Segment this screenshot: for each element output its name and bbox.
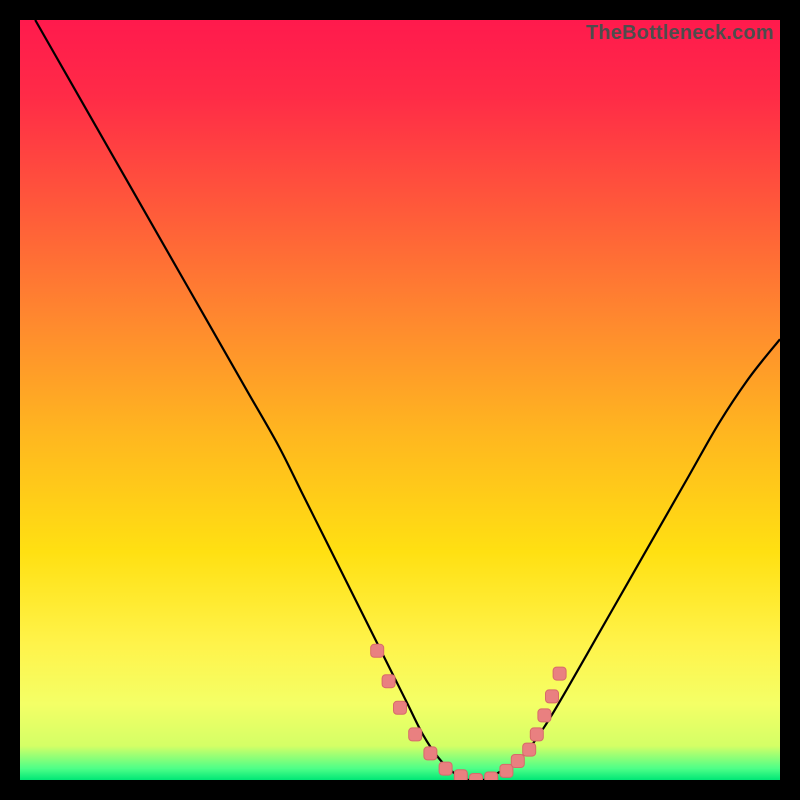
marker-dot [485, 772, 498, 780]
marker-dot [538, 709, 551, 722]
marker-dot [500, 764, 513, 777]
marker-dot [523, 743, 536, 756]
chart-frame: TheBottleneck.com [20, 20, 780, 780]
marker-dot [530, 728, 543, 741]
marker-dot [546, 690, 559, 703]
marker-dot [470, 774, 483, 781]
marker-dot [394, 701, 407, 714]
marker-dot [454, 770, 467, 780]
watermark-text: TheBottleneck.com [586, 22, 774, 45]
gradient-background [20, 20, 780, 780]
marker-dot [409, 728, 422, 741]
marker-dot [382, 675, 395, 688]
marker-dot [511, 755, 524, 768]
bottleneck-chart [20, 20, 780, 780]
marker-dot [439, 762, 452, 775]
marker-dot [371, 644, 384, 657]
marker-dot [424, 747, 437, 760]
marker-dot [553, 667, 566, 680]
